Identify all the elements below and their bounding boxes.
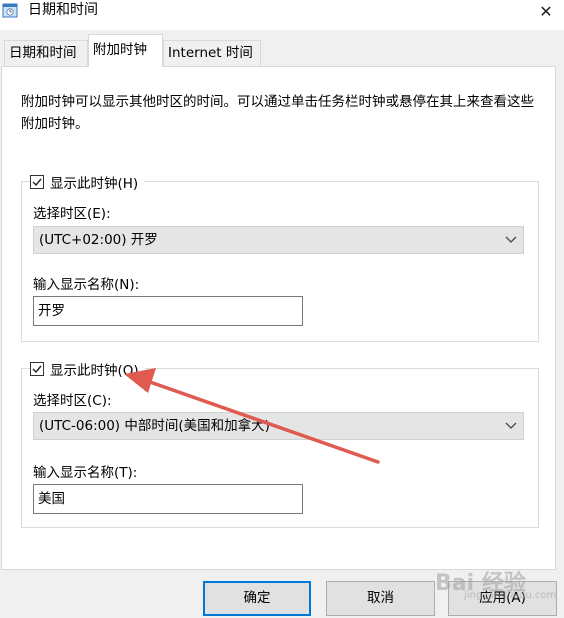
clock2-name-input[interactable]: 美国 (33, 484, 303, 514)
clock1-timezone-value: (UTC+02:00) 开罗 (39, 232, 158, 248)
tab-label: 附加时钟 (93, 42, 147, 58)
close-icon: ✕ (539, 1, 553, 21)
clock2-show-label: 显示此时钟(O) (50, 363, 139, 379)
clock2-timezone-select[interactable]: (UTC-06:00) 中部时间(美国和加拿大) (33, 412, 524, 440)
clock1-show-label: 显示此时钟(H) (50, 176, 139, 192)
clock2-show-checkbox[interactable]: 显示此时钟(O) (30, 359, 145, 379)
tab-internet-time[interactable]: Internet 时间 (163, 40, 261, 66)
tab-label: Internet 时间 (168, 45, 253, 61)
clock1-name-value: 开罗 (38, 303, 65, 319)
cancel-button[interactable]: 取消 (326, 581, 435, 616)
close-button[interactable]: ✕ (528, 0, 564, 22)
checkbox-box[interactable] (30, 175, 44, 189)
ok-button[interactable]: 确定 (203, 581, 311, 616)
title-bar: 日期和时间 ✕ (0, 0, 564, 30)
chevron-down-icon (505, 236, 517, 243)
description-text: 附加时钟可以显示其他时区的时间。可以通过单击任务栏时钟或悬停在其上来查看这些附加… (21, 94, 534, 132)
clock2-name-value: 美国 (38, 491, 65, 507)
clock2-timezone-value: (UTC-06:00) 中部时间(美国和加拿大) (39, 418, 270, 434)
clock1-name-label: 输入显示名称(N): (33, 277, 140, 293)
tab-bar: 日期和时间 附加时钟 Internet 时间 (0, 30, 564, 67)
checkbox-box[interactable] (30, 362, 44, 376)
baidu-watermark-url: jingyan.baidu.com (464, 590, 557, 601)
chevron-down-icon (505, 422, 517, 429)
tab-additional-clocks[interactable]: 附加时钟 (88, 34, 163, 67)
tab-label: 日期和时间 (9, 45, 77, 61)
clock1-show-checkbox[interactable]: 显示此时钟(H) (30, 172, 145, 192)
clock1-timezone-label: 选择时区(E): (33, 206, 111, 222)
clock-app-icon (2, 2, 18, 18)
checkmark-icon (32, 178, 42, 187)
clock2-name-label: 输入显示名称(T): (33, 465, 138, 481)
clock2-timezone-label: 选择时区(C): (33, 393, 112, 409)
window-title: 日期和时间 (28, 2, 98, 18)
tab-date-time[interactable]: 日期和时间 (4, 40, 88, 66)
checkmark-icon (32, 365, 42, 374)
clock1-timezone-select[interactable]: (UTC+02:00) 开罗 (33, 226, 524, 254)
clock1-name-input[interactable]: 开罗 (33, 296, 303, 326)
